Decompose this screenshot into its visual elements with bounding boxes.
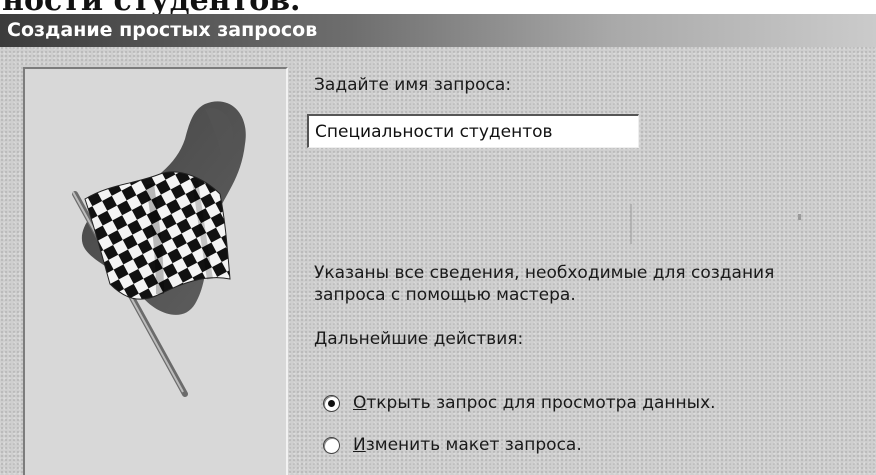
checkered-flag-icon xyxy=(72,101,246,397)
info-text-line-1: Указаны все сведения, необходимые для со… xyxy=(314,263,775,283)
modify-layout-radio[interactable] xyxy=(323,436,340,454)
query-name-input[interactable] xyxy=(307,114,639,148)
next-actions-label: Дальнейшие действия: xyxy=(314,329,524,349)
scan-speck xyxy=(798,214,801,220)
wizard-image-panel xyxy=(23,67,288,475)
info-text-line-2: запроса с помощью мастера. xyxy=(314,285,576,305)
open-query-radio[interactable] xyxy=(323,394,340,412)
scan-speck xyxy=(630,204,632,244)
document-heading: ности студентов. xyxy=(0,0,876,14)
query-wizard-dialog: Создание простых запросов Задайте имя за… xyxy=(0,14,876,475)
title-bar[interactable]: Создание простых запросов xyxy=(0,14,876,47)
dialog-title: Создание простых запросов xyxy=(7,19,318,41)
modify-layout-label[interactable]: Изменить макет запроса. xyxy=(353,434,582,456)
query-name-label: Задайте имя запроса: xyxy=(314,75,512,95)
option-modify-layout[interactable]: Изменить макет запроса. xyxy=(323,433,582,457)
option-open-query[interactable]: Открыть запрос для просмотра данных. xyxy=(323,391,716,415)
open-query-label[interactable]: Открыть запрос для просмотра данных. xyxy=(353,392,716,414)
